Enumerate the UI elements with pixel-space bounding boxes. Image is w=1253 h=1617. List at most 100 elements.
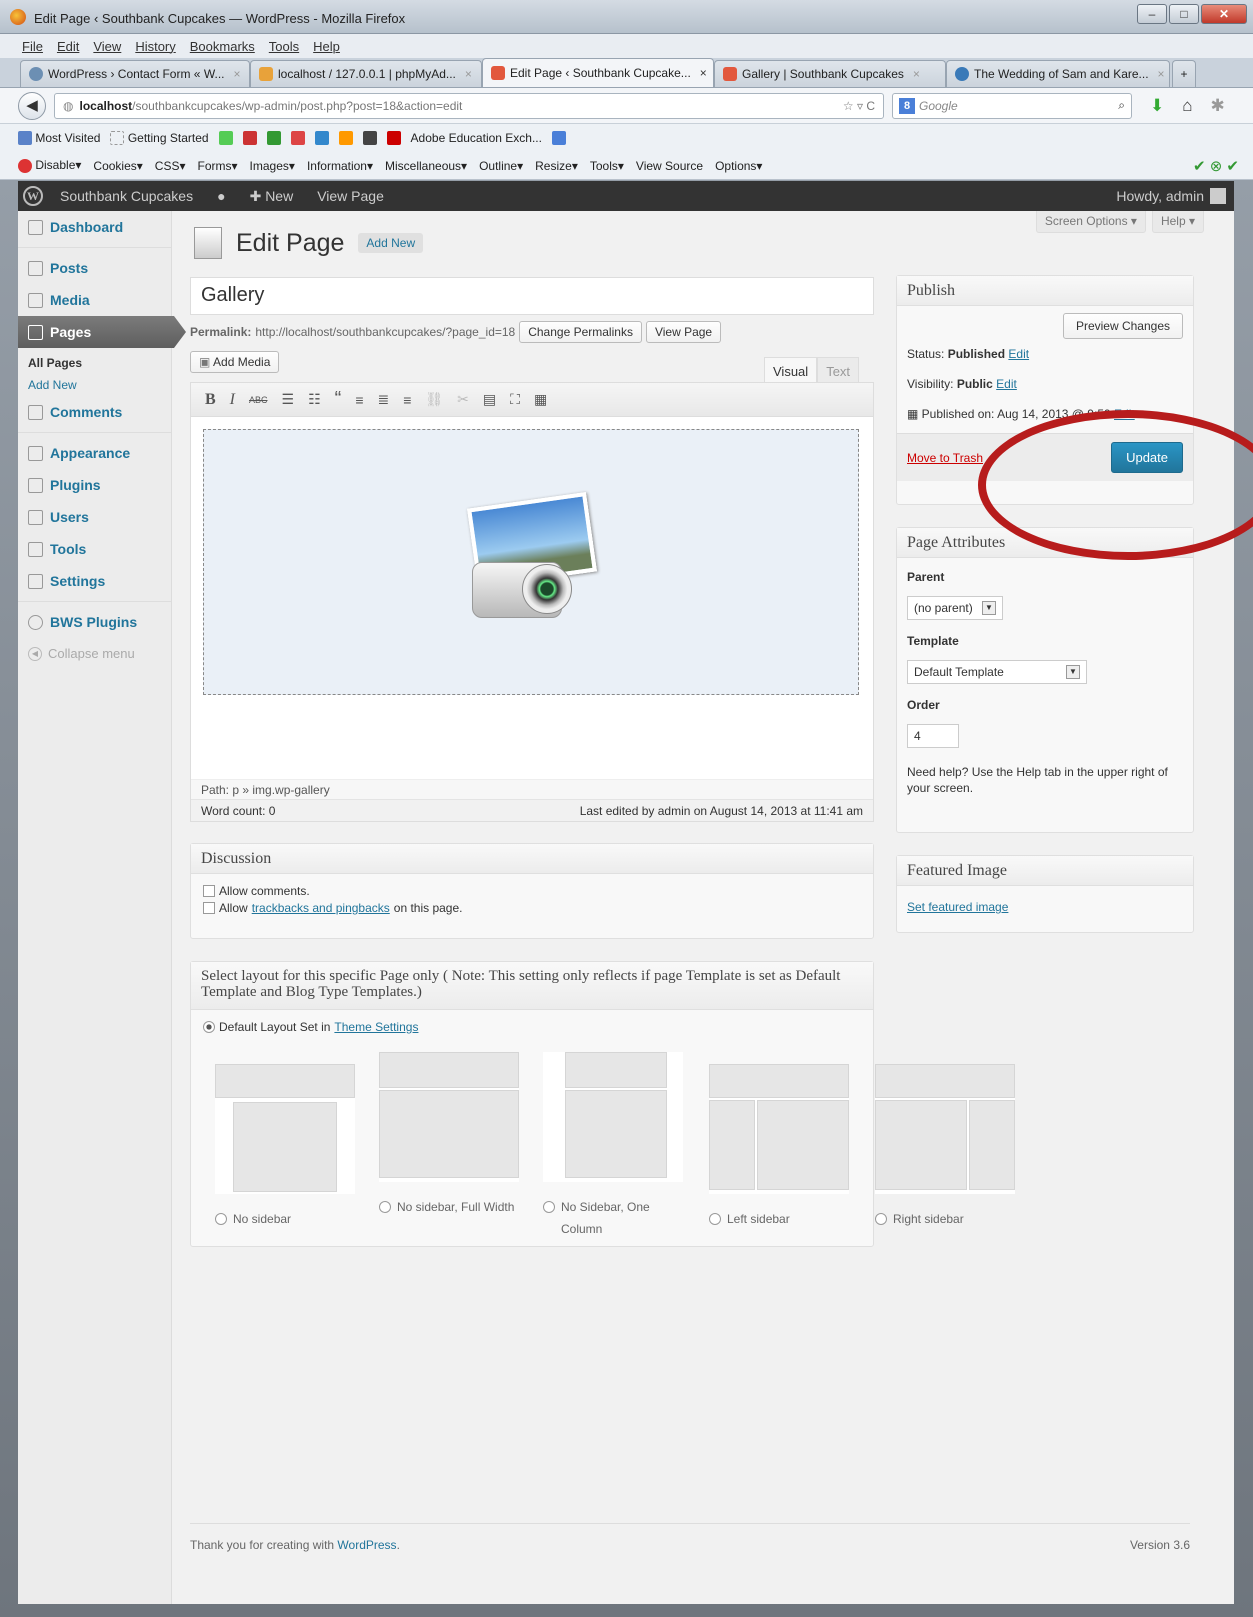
numbered-list-icon[interactable]: ☷ — [308, 391, 321, 408]
wd-resize[interactable]: Resize▾ — [535, 159, 578, 173]
layout-right-sidebar[interactable]: Right sidebar — [875, 1064, 1015, 1230]
menu-history[interactable]: History — [135, 39, 175, 54]
fullscreen-icon[interactable]: ⛶ — [510, 391, 520, 408]
kitchen-sink-icon[interactable]: ▦ — [534, 391, 547, 408]
discussion-title[interactable]: Discussion — [191, 844, 873, 874]
new-tab-button[interactable]: + — [1172, 60, 1196, 87]
wd-forms[interactable]: Forms▾ — [198, 159, 238, 173]
wd-options[interactable]: Options▾ — [715, 159, 762, 173]
bold-icon[interactable]: B — [205, 391, 216, 409]
minimize-button[interactable]: – — [1137, 4, 1167, 24]
publish-title[interactable]: Publish — [897, 276, 1193, 306]
bookmark-icon[interactable] — [266, 131, 281, 145]
allow-trackbacks-checkbox[interactable]: Allow trackbacks and pingbacks on this p… — [203, 901, 861, 915]
wd-disable[interactable]: Disable▾ — [18, 158, 81, 173]
sidebar-item-media[interactable]: Media — [18, 284, 171, 316]
wd-css[interactable]: CSS▾ — [155, 159, 186, 173]
layout-no-sidebar-full[interactable]: No sidebar, Full Width — [379, 1052, 519, 1218]
sidebar-item-dashboard[interactable]: Dashboard — [18, 211, 171, 243]
blockquote-icon[interactable]: “ — [335, 388, 342, 411]
tab-text[interactable]: Text — [817, 357, 860, 385]
change-permalinks-button[interactable]: Change Permalinks — [519, 321, 642, 343]
allow-comments-checkbox[interactable]: Allow comments. — [203, 884, 861, 898]
gallery-placeholder[interactable] — [203, 429, 859, 695]
menu-bookmarks[interactable]: Bookmarks — [190, 39, 255, 54]
wd-miscellaneous[interactable]: Miscellaneous▾ — [385, 159, 467, 173]
align-left-icon[interactable]: ≡ — [355, 392, 363, 408]
bookmark-icon[interactable] — [242, 131, 257, 145]
menu-tools[interactable]: Tools — [269, 39, 299, 54]
bookmark-icon[interactable] — [338, 131, 353, 145]
close-tab-icon[interactable]: × — [913, 67, 920, 81]
edit-visibility-link[interactable]: Edit — [996, 377, 1017, 391]
close-tab-icon[interactable]: × — [700, 66, 707, 80]
collapse-menu-button[interactable]: ◀ Collapse menu — [18, 646, 171, 661]
layout-left-sidebar[interactable]: Left sidebar — [709, 1064, 849, 1230]
sidebar-item-tools[interactable]: Tools — [18, 533, 171, 565]
screen-options-button[interactable]: Screen Options ▾ — [1035, 211, 1146, 233]
default-layout-radio[interactable]: Default Layout Set in Theme Settings — [203, 1020, 861, 1034]
wordpress-link[interactable]: WordPress — [337, 1538, 396, 1552]
close-tab-icon[interactable]: × — [1158, 67, 1165, 81]
wd-outline[interactable]: Outline▾ — [479, 159, 523, 173]
template-select[interactable]: Default Template ▼ — [907, 660, 1087, 684]
bookmark-getting-started[interactable]: Getting Started — [110, 131, 209, 146]
wordpress-logo-icon[interactable]: W — [18, 181, 48, 211]
tab-wedding[interactable]: The Wedding of Sam and Kare... × — [946, 60, 1170, 87]
add-new-button[interactable]: Add New — [358, 233, 424, 253]
sidebar-item-appearance[interactable]: Appearance — [18, 437, 171, 469]
adminbar-view-page[interactable]: View Page — [305, 188, 396, 204]
layout-no-sidebar[interactable]: No sidebar — [215, 1064, 355, 1230]
edit-status-link[interactable]: Edit — [1008, 347, 1029, 361]
gmail-icon[interactable] — [290, 131, 305, 145]
google-icon[interactable] — [551, 131, 566, 145]
close-tab-icon[interactable]: × — [233, 67, 240, 81]
url-bar[interactable]: ◍ localhost/southbankcupcakes/wp-admin/p… — [54, 92, 884, 119]
sidebar-item-bws-plugins[interactable]: BWS Plugins — [18, 606, 171, 638]
back-button[interactable]: ◀ — [18, 91, 46, 120]
italic-icon[interactable]: I — [230, 391, 235, 409]
sidebar-item-comments[interactable]: Comments — [18, 396, 171, 428]
strikethrough-icon[interactable]: ABC — [249, 395, 268, 405]
theme-settings-link[interactable]: Theme Settings — [334, 1020, 418, 1034]
tab-edit-page[interactable]: Edit Page ‹ Southbank Cupcake... × — [482, 58, 714, 87]
home-icon[interactable]: ⌂ — [1182, 96, 1192, 116]
unlink-icon[interactable]: ✂ — [457, 391, 469, 408]
bookmark-adobe-education[interactable]: Adobe Education Exch... — [411, 131, 542, 145]
menu-help[interactable]: Help — [313, 39, 340, 54]
wd-images[interactable]: Images▾ — [250, 159, 295, 173]
bullet-list-icon[interactable]: ☰ — [282, 391, 295, 408]
view-page-button[interactable]: View Page — [645, 321, 722, 343]
content-editor[interactable]: B I ABC ☰ ☷ “ ≡ ≣ ≡ ⛓ ✂ ▤ ⛶ ▦ Path: p » … — [190, 382, 874, 822]
menu-view[interactable]: View — [93, 39, 121, 54]
set-featured-image-link[interactable]: Set featured image — [907, 900, 1008, 914]
download-icon[interactable]: ⬇ — [1150, 96, 1164, 116]
search-icon[interactable]: ⌕ — [1118, 98, 1125, 113]
post-title-input[interactable]: Gallery — [190, 277, 874, 315]
tab-phpmyadmin[interactable]: localhost / 127.0.0.1 | phpMyAd... × — [250, 60, 482, 87]
more-tag-icon[interactable]: ▤ — [483, 391, 496, 408]
menu-edit[interactable]: Edit — [57, 39, 79, 54]
close-tab-icon[interactable]: × — [465, 67, 472, 81]
permalink-url[interactable]: http://localhost/southbankcupcakes/?page… — [255, 325, 515, 339]
align-right-icon[interactable]: ≡ — [403, 392, 411, 408]
link-icon[interactable]: ⛓ — [425, 391, 443, 408]
search-box[interactable]: 8 Google ⌕ — [892, 92, 1132, 119]
addon-icon[interactable]: ✱ — [1211, 96, 1225, 116]
align-center-icon[interactable]: ≣ — [377, 391, 389, 408]
parent-select[interactable]: (no parent) ▼ — [907, 596, 1003, 620]
add-media-button[interactable]: ▣ Add Media — [190, 351, 280, 373]
menu-file[interactable]: File — [22, 39, 43, 54]
maximize-button[interactable]: □ — [1169, 4, 1199, 24]
wd-information[interactable]: Information▾ — [307, 159, 373, 173]
adobe-icon[interactable] — [386, 131, 401, 145]
tab-contact-form[interactable]: WordPress › Contact Form « W... × — [20, 60, 250, 87]
wd-tools[interactable]: Tools▾ — [590, 159, 624, 173]
adminbar-account[interactable]: Howdy, admin — [1116, 188, 1234, 204]
sidebar-item-pages[interactable]: Pages — [18, 316, 186, 348]
adminbar-site-name[interactable]: Southbank Cupcakes — [48, 188, 205, 204]
twitter-icon[interactable] — [314, 131, 329, 145]
wd-view-source[interactable]: View Source — [636, 159, 703, 173]
wd-cookies[interactable]: Cookies▾ — [93, 159, 142, 173]
bookmark-icon[interactable] — [218, 131, 233, 145]
